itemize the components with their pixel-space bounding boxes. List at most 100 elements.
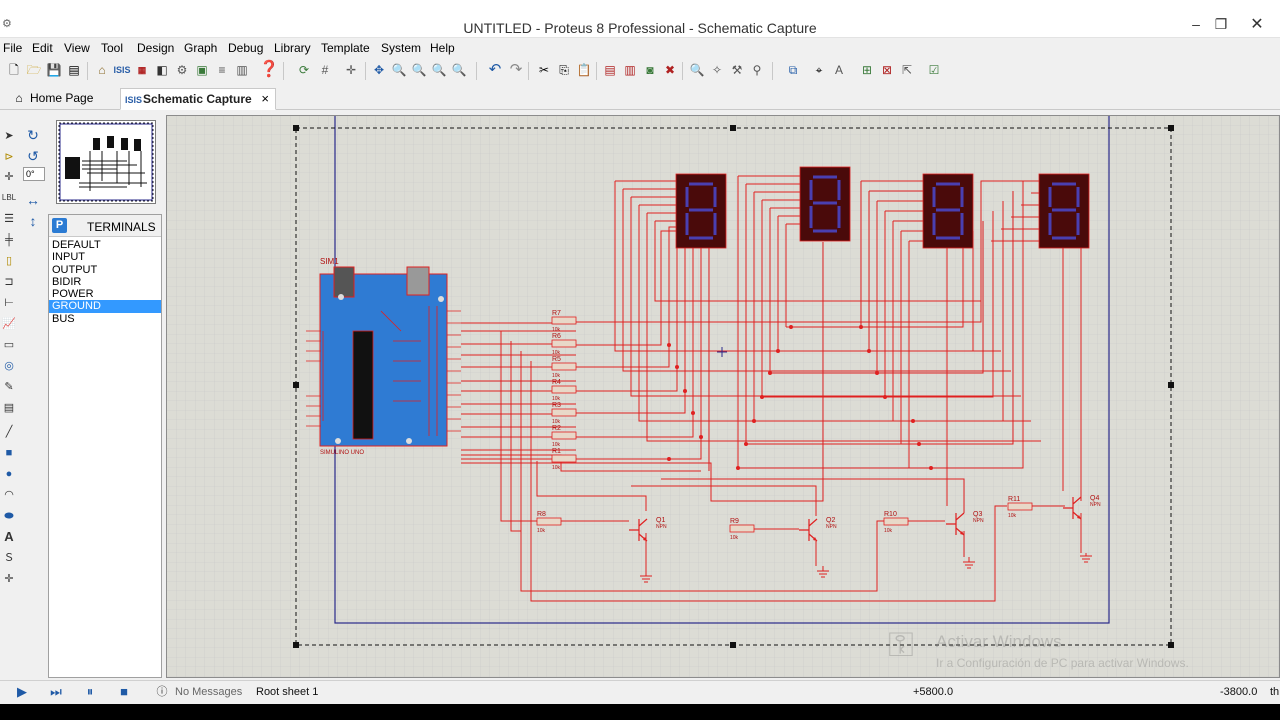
circle-icon[interactable]: ● — [1, 466, 17, 482]
exit-to-parent-icon[interactable]: ⇱ — [898, 61, 916, 79]
generator-icon[interactable]: ◎ — [1, 358, 17, 374]
home-icon[interactable]: ⌂ — [93, 61, 111, 79]
tab-home-page[interactable]: ⌂ Home Page — [8, 88, 118, 110]
menu-file[interactable]: File — [3, 41, 22, 55]
zoom-out-icon[interactable]: 🔍 — [410, 61, 428, 79]
line-icon[interactable]: ╱ — [1, 424, 17, 440]
arc-icon[interactable]: ◠ — [1, 487, 17, 503]
save-icon[interactable]: 💾 — [45, 61, 63, 79]
search-tag-icon[interactable]: ⌖ — [810, 61, 828, 79]
decompose-icon[interactable]: ⚲ — [748, 61, 766, 79]
block-copy-icon[interactable]: ▤ — [601, 61, 619, 79]
pan-icon[interactable]: ✥ — [370, 61, 388, 79]
block-delete-icon[interactable]: ✖ — [661, 61, 679, 79]
restore-icon[interactable]: ❐ — [1208, 14, 1234, 34]
menu-view[interactable]: View — [64, 41, 90, 55]
close-tab-icon[interactable]: × — [261, 89, 269, 109]
tape-recorder-icon[interactable]: ▭ — [1, 337, 17, 353]
rotate-clockwise-icon[interactable]: ↻ — [24, 126, 42, 144]
display-1[interactable] — [675, 173, 727, 249]
terminal-item-bus[interactable]: BUS — [49, 313, 161, 325]
close-icon[interactable]: ✕ — [1242, 14, 1272, 36]
terminal-item-power[interactable]: POWER — [49, 288, 161, 300]
terminals-mode-icon[interactable]: ⊐ — [1, 274, 17, 290]
gerber-icon[interactable]: ◧ — [153, 61, 171, 79]
device-pins-icon[interactable]: ⊢ — [1, 295, 17, 311]
refresh-icon[interactable]: ⟳ — [295, 61, 313, 79]
grid-icon[interactable]: # — [316, 61, 334, 79]
selection-mode-icon[interactable]: ➤ — [1, 128, 17, 144]
pause-icon[interactable]: ⏸ — [82, 684, 98, 700]
package-tool-icon[interactable]: ⚒ — [728, 61, 746, 79]
minimize-icon[interactable]: – — [1183, 14, 1209, 34]
menu-tool[interactable]: Tool — [101, 41, 123, 55]
menu-system[interactable]: System — [381, 41, 421, 55]
arduino-board[interactable]: SIM1 SIMULINO UNO — [306, 257, 461, 456]
isis-icon[interactable]: ISIS — [113, 61, 131, 79]
zoom-in-icon[interactable]: 🔍 — [390, 61, 408, 79]
block-rotate-icon[interactable]: ◙ — [641, 61, 659, 79]
remove-sheet-icon[interactable]: ⊠ — [878, 61, 896, 79]
marker-icon[interactable]: ✛ — [1, 571, 17, 587]
step-icon[interactable]: ⏭ — [48, 684, 64, 700]
zoom-area-icon[interactable]: 🔍 — [450, 61, 468, 79]
junction-dot-icon[interactable]: ✛ — [1, 169, 17, 185]
wire-label-icon[interactable]: LBL — [1, 190, 17, 206]
text-script-icon[interactable]: ☰ — [1, 211, 17, 227]
terminal-item-ground[interactable]: GROUND — [49, 300, 161, 313]
bus-mode-icon[interactable]: ╪ — [1, 232, 17, 248]
play-icon[interactable]: ▶ — [14, 684, 30, 700]
terminal-item-output[interactable]: OUTPUT — [49, 264, 161, 276]
display-2[interactable] — [799, 166, 851, 242]
make-device-icon[interactable]: ✧ — [708, 61, 726, 79]
bom-icon[interactable]: ▣ — [193, 61, 211, 79]
wire-autorouter-icon[interactable]: ⧉ — [784, 61, 802, 79]
origin-icon[interactable]: ✛ — [342, 61, 360, 79]
overview-window[interactable] — [56, 120, 156, 204]
help-icon[interactable]: ❓ — [259, 61, 279, 79]
menu-help[interactable]: Help — [430, 41, 455, 55]
mirror-horizontal-icon[interactable]: ↔ — [24, 191, 42, 209]
new-sheet-icon[interactable]: ⊞ — [858, 61, 876, 79]
menu-debug[interactable]: Debug — [228, 41, 263, 55]
sheet-status[interactable]: Root sheet 1 — [256, 686, 318, 698]
schematic-editor[interactable]: SIM1 SIMULINO UNO R7 10k R6 10k R5 10k R4 10k R3… — [166, 115, 1280, 678]
electrical-rule-check-icon[interactable]: ☑ — [925, 61, 943, 79]
zoom-all-icon[interactable]: 🔍 — [430, 61, 448, 79]
path-icon[interactable]: ⬬ — [1, 508, 17, 524]
box-icon[interactable]: ■ — [1, 445, 17, 461]
terminal-item-bidir[interactable]: BIDIR — [49, 276, 161, 288]
new-file-icon[interactable]: 🗋 — [5, 61, 23, 79]
stop-icon[interactable]: ■ — [116, 684, 132, 700]
property-tool-icon[interactable]: A — [830, 61, 848, 79]
pick-button[interactable]: P — [52, 218, 67, 233]
script-icon[interactable]: ▥ — [233, 61, 251, 79]
copy-icon[interactable]: ⎘ — [555, 61, 573, 79]
block-move-icon[interactable]: ▥ — [621, 61, 639, 79]
tab-schematic-capture[interactable]: ISISSchematic Capture × — [120, 88, 276, 110]
rotation-angle-field[interactable]: 0° — [23, 167, 45, 181]
schematic-canvas[interactable]: SIM1 SIMULINO UNO R7 10k R6 10k R5 10k R4 10k R3… — [167, 116, 1279, 677]
component-mode-icon[interactable]: ⊳ — [1, 149, 17, 165]
terminal-item-default[interactable]: DEFAULT — [49, 239, 161, 251]
netlist-icon[interactable]: ≡ — [213, 61, 231, 79]
virtual-instruments-icon[interactable]: ▤ — [1, 400, 17, 416]
text-icon[interactable]: A — [1, 529, 17, 545]
menu-template[interactable]: Template — [321, 41, 370, 55]
paste-icon[interactable]: 📋 — [575, 61, 593, 79]
probe-icon[interactable]: ✎ — [1, 379, 17, 395]
terminal-item-input[interactable]: INPUT — [49, 251, 161, 263]
menu-edit[interactable]: Edit — [32, 41, 53, 55]
pick-device-icon[interactable]: 🔍 — [688, 61, 706, 79]
menu-library[interactable]: Library — [274, 41, 311, 55]
cut-icon[interactable]: ✂ — [535, 61, 553, 79]
open-folder-icon[interactable]: 🗁 — [25, 61, 43, 79]
mirror-vertical-icon[interactable]: ↕ — [24, 212, 42, 230]
save-all-icon[interactable]: ▤ — [65, 61, 83, 79]
component-icon[interactable]: ⚙ — [173, 61, 191, 79]
redo-icon[interactable]: ↷ — [507, 61, 525, 79]
display-3[interactable] — [922, 173, 974, 249]
graph-mode-icon[interactable]: 📈 — [1, 316, 17, 332]
display-4[interactable] — [1038, 173, 1090, 249]
menu-design[interactable]: Design — [137, 41, 174, 55]
